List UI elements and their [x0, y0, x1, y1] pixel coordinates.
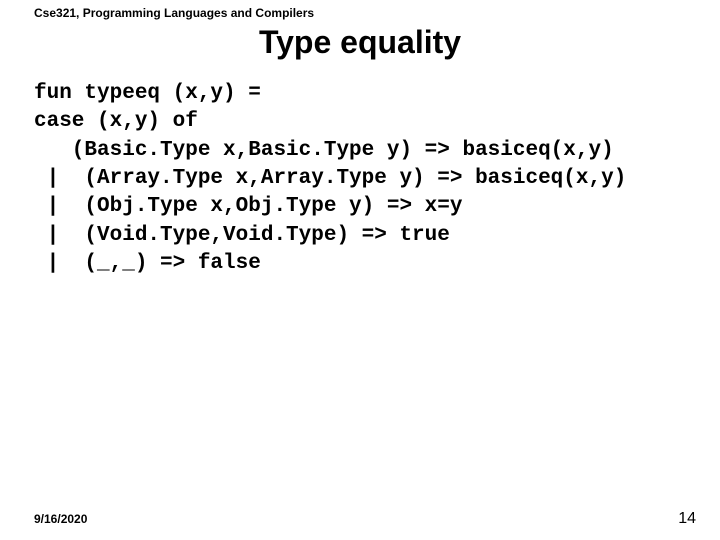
- slide: Cse321, Programming Languages and Compil…: [0, 0, 720, 540]
- footer-date: 9/16/2020: [34, 512, 87, 526]
- page-number: 14: [678, 510, 696, 528]
- course-header: Cse321, Programming Languages and Compil…: [34, 6, 314, 20]
- slide-title: Type equality: [0, 24, 720, 61]
- code-block: fun typeeq (x,y) = case (x,y) of (Basic.…: [34, 80, 700, 278]
